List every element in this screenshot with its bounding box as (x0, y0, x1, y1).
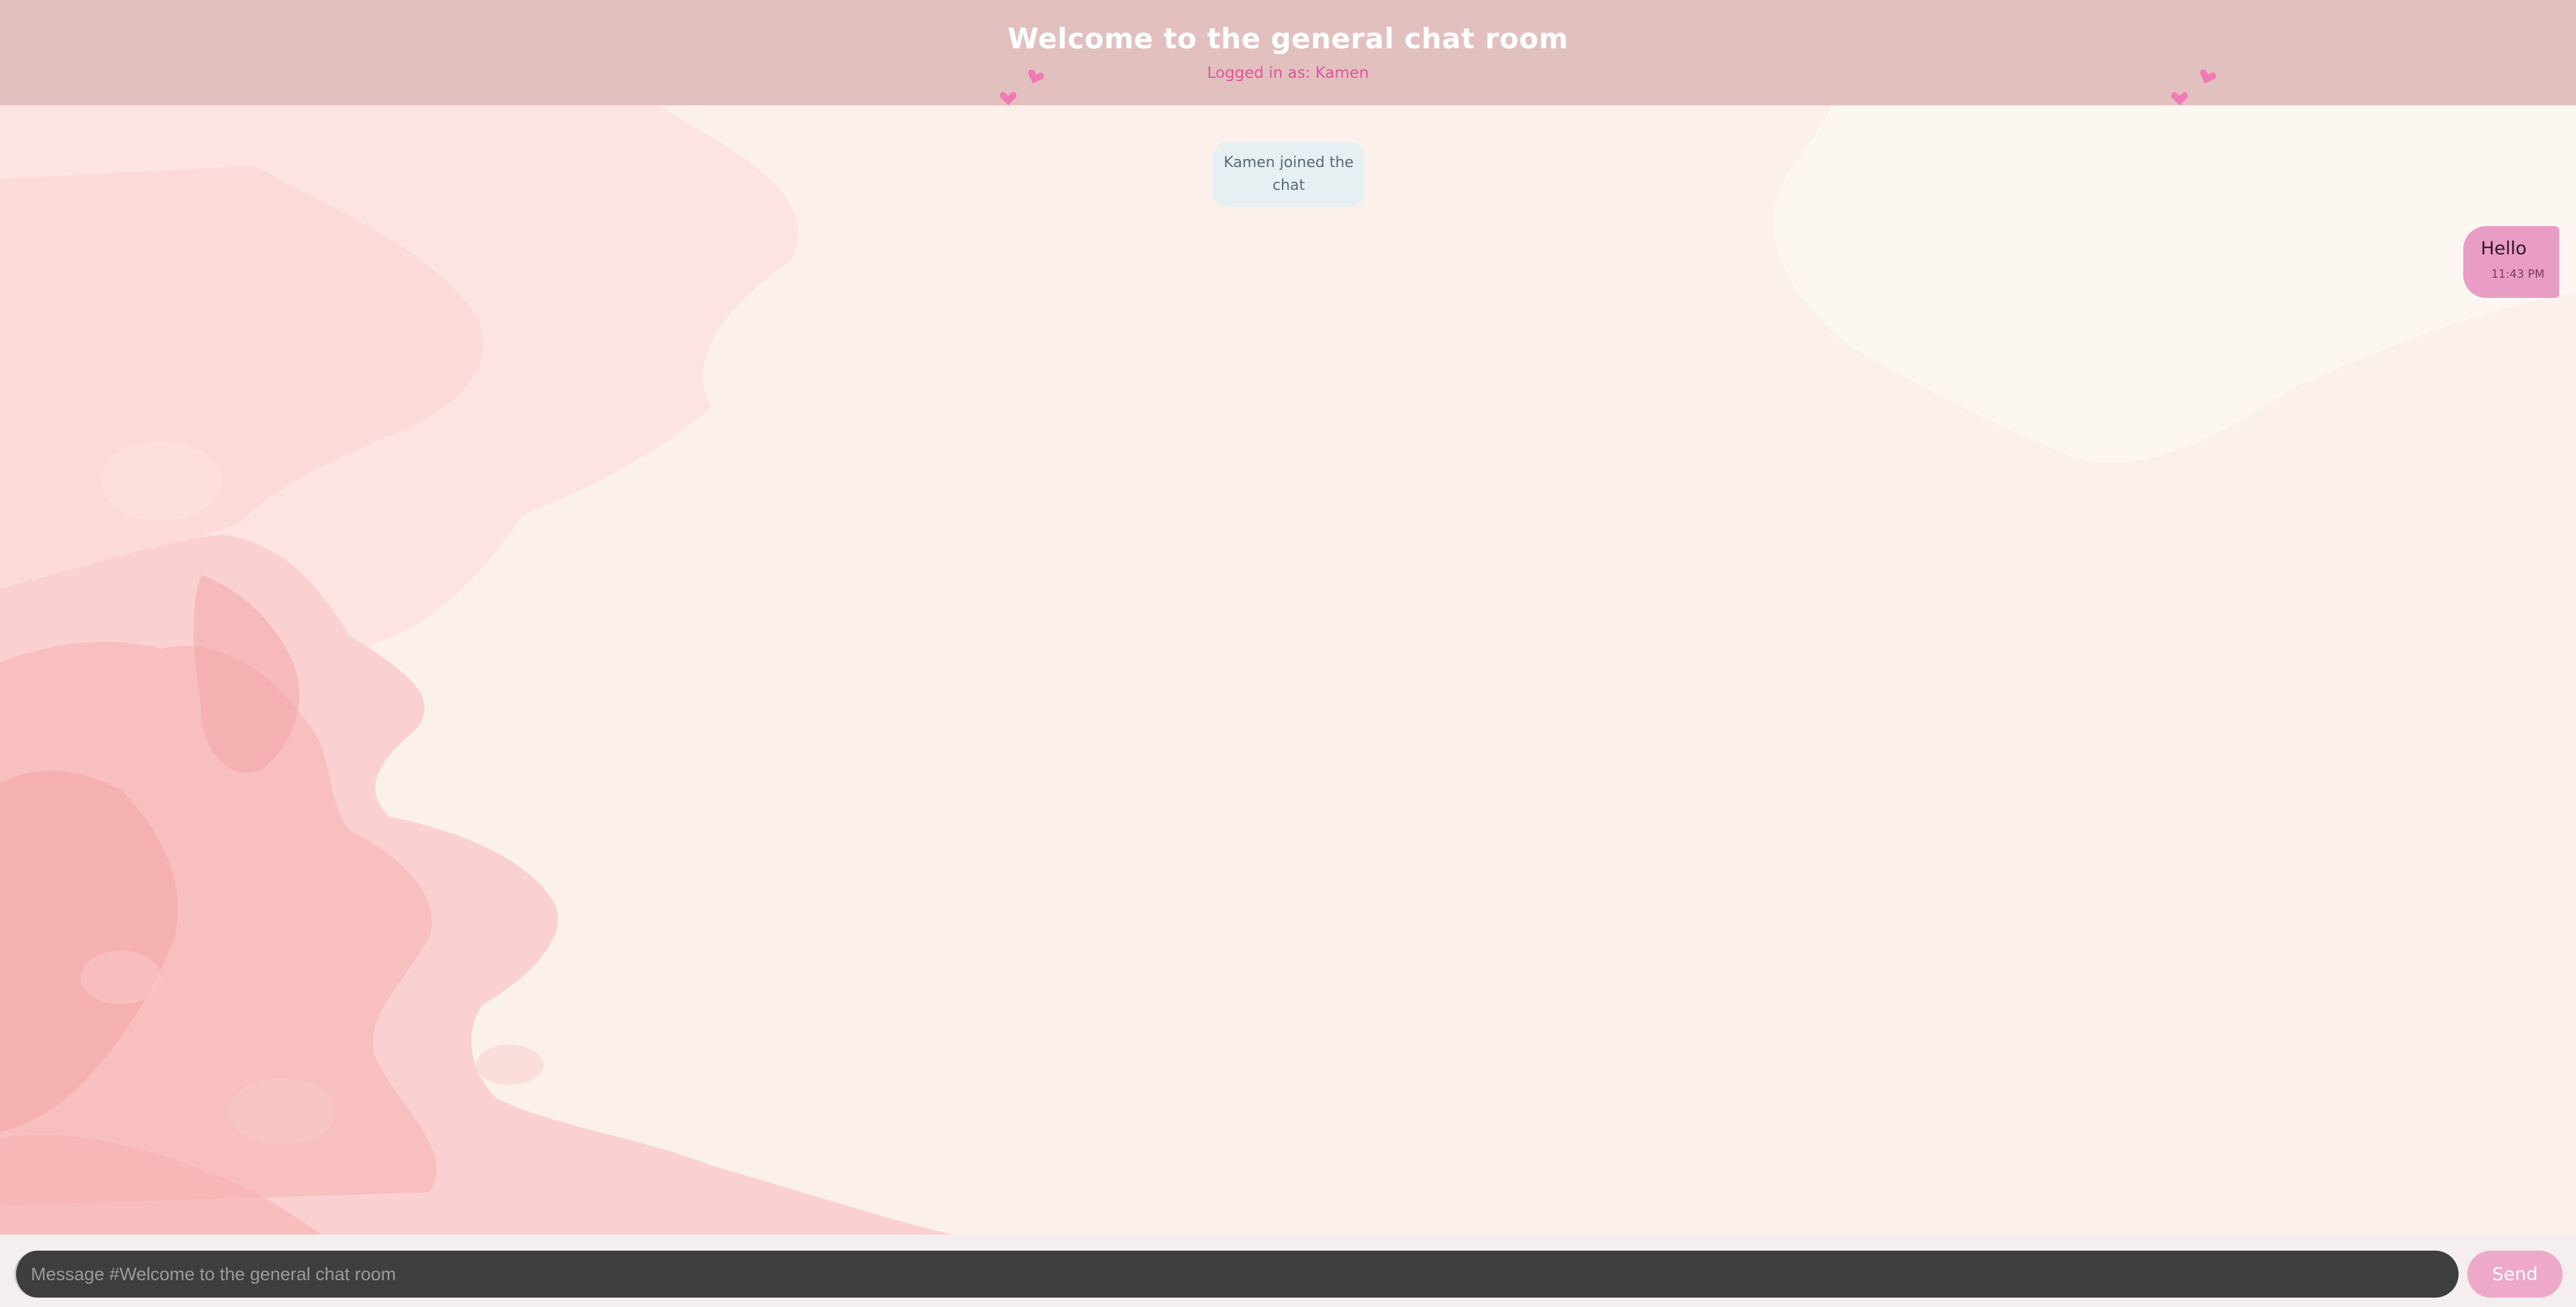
heart-icon (2200, 70, 2216, 84)
heart-icon (1000, 92, 1017, 105)
chat-header: Welcome to the general chat room Logged … (0, 0, 2576, 105)
system-message: Kamen joined the chat (1213, 142, 1364, 207)
message-text: Hello (2481, 238, 2527, 259)
watercolor-background (0, 105, 2576, 1235)
composer-bar: Send (0, 1235, 2576, 1307)
send-button[interactable]: Send (2467, 1251, 2563, 1298)
heart-icon (2171, 92, 2188, 105)
room-title: Welcome to the general chat room (1007, 22, 1568, 55)
chat-app: Welcome to the general chat room Logged … (0, 0, 2576, 1307)
message-timestamp: 11:43 PM (2491, 268, 2544, 281)
heart-icon (1028, 70, 1044, 84)
own-message-bubble[interactable]: Hello 11:43 PM (2463, 226, 2559, 298)
message-input[interactable] (14, 1251, 2459, 1298)
logged-in-label: Logged in as: Kamen (1207, 64, 1369, 82)
message-list[interactable]: Kamen joined the chat Hello 11:43 PM (0, 105, 2576, 1235)
